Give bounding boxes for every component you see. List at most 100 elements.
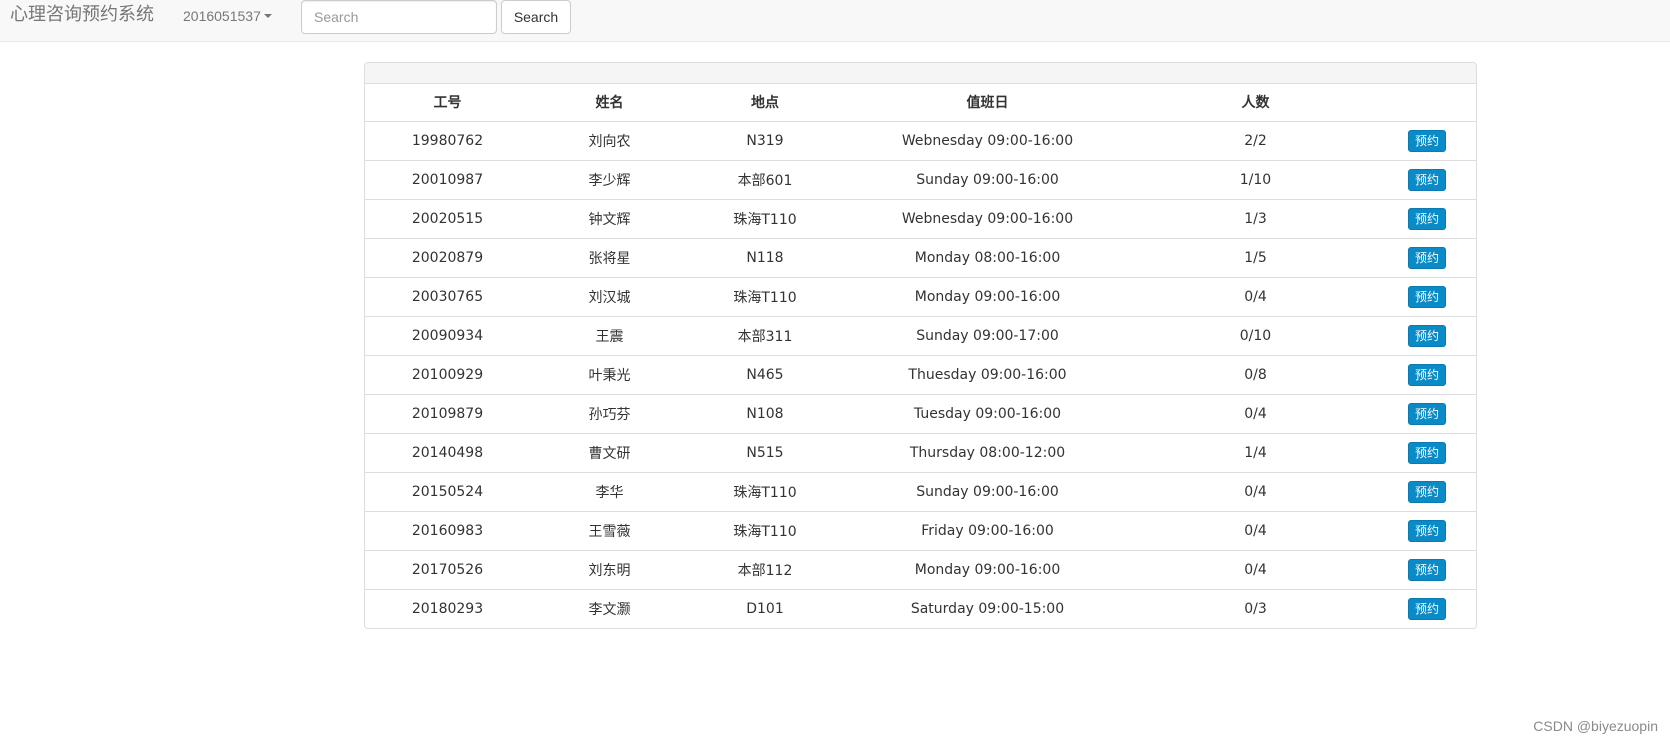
book-button[interactable]: 预约 <box>1407 285 1446 308</box>
cell-location: N118 <box>689 237 841 277</box>
table-row: 20020879 张将星 N118 Monday 08:00-16:00 1/5… <box>365 237 1476 277</box>
cell-id: 20109879 <box>365 393 530 433</box>
cell-location: N465 <box>689 354 841 394</box>
cell-name: 刘向农 <box>588 133 631 150</box>
table-header-row: 工号 姓名 地点 值班日 人数 <box>365 84 1476 122</box>
cell-name: 李文灏 <box>530 588 689 628</box>
book-button[interactable]: 预约 <box>1407 246 1446 269</box>
cell-name: 刘汉城 <box>530 276 689 316</box>
table-row: 20160983 王雪薇 珠海T110 Friday 09:00-16:00 0… <box>365 510 1476 550</box>
cell-count: 0/10 <box>1134 315 1377 355</box>
cell-id: 20180293 <box>365 588 530 628</box>
cell-count: 0/4 <box>1134 393 1377 433</box>
header-location: 地点 <box>689 84 841 122</box>
cell-count: 0/4 <box>1134 510 1377 550</box>
book-button[interactable]: 预约 <box>1407 207 1446 230</box>
cell-location: 本部112 <box>689 549 841 589</box>
book-button[interactable]: 预约 <box>1407 480 1446 503</box>
book-button[interactable]: 预约 <box>1407 597 1446 620</box>
cell-id: 19980762 <box>411 132 484 149</box>
search-input[interactable] <box>301 0 497 34</box>
book-button[interactable]: 预约 <box>1407 324 1446 347</box>
cell-location: 珠海T110 <box>689 510 841 550</box>
cell-duty: Sunday 09:00-16:00 <box>841 159 1134 199</box>
cell-location: 本部311 <box>689 315 841 355</box>
cell-location: 珠海T110 <box>689 198 841 238</box>
cell-location: N108 <box>689 393 841 433</box>
table-row: 20100929 叶秉光 N465 Thuesday 09:00-16:00 0… <box>365 354 1476 394</box>
cell-duty: Friday 09:00-16:00 <box>841 510 1134 550</box>
cell-count: 0/4 <box>1134 276 1377 316</box>
cell-duty: Tuesday 09:00-16:00 <box>841 393 1134 433</box>
cell-name: 叶秉光 <box>530 354 689 394</box>
cell-count: 0/4 <box>1134 549 1377 589</box>
cell-id: 20010987 <box>365 159 530 199</box>
cell-action: 预约 <box>1377 237 1476 277</box>
table-row: 20140498 曹文研 N515 Thursday 08:00-12:00 1… <box>365 432 1476 472</box>
table-row: 19980762 刘向农 N319 Webnesday 09:00-16:00 … <box>365 121 1476 160</box>
cell-location: N319 <box>746 132 784 149</box>
table-row: 20030765 刘汉城 珠海T110 Monday 09:00-16:00 0… <box>365 276 1476 316</box>
cell-count: 0/8 <box>1134 354 1377 394</box>
book-button[interactable]: 预约 <box>1407 402 1446 425</box>
watermark: CSDN @biyezuopin <box>1533 718 1658 734</box>
book-button[interactable]: 预约 <box>1407 129 1446 152</box>
cell-duty: Thuesday 09:00-16:00 <box>841 354 1134 394</box>
book-button[interactable]: 预约 <box>1407 558 1446 581</box>
navbar: 心理咨询预约系统 2016051537 Search <box>0 0 1670 42</box>
cell-action: 预约 <box>1377 393 1476 433</box>
cell-count: 1/10 <box>1134 159 1377 199</box>
book-button[interactable]: 预约 <box>1407 519 1446 542</box>
cell-location: 本部601 <box>689 159 841 199</box>
cell-count: 0/4 <box>1134 471 1377 511</box>
table-row: 20109879 孙巧芬 N108 Tuesday 09:00-16:00 0/… <box>365 393 1476 433</box>
cell-action: 预约 <box>1377 315 1476 355</box>
cell-count: 1/4 <box>1134 432 1377 472</box>
cell-id: 20030765 <box>365 276 530 316</box>
caret-down-icon <box>263 14 272 18</box>
cell-count: 1/3 <box>1134 198 1377 238</box>
brand-title[interactable]: 心理咨询预约系统 <box>10 4 154 26</box>
cell-id: 20150524 <box>365 471 530 511</box>
cell-duty: Webnesday 09:00-16:00 <box>901 132 1074 149</box>
cell-name: 刘东明 <box>530 549 689 589</box>
cell-action: 预约 <box>1377 588 1476 628</box>
book-button[interactable]: 预约 <box>1407 441 1446 464</box>
counselor-panel: 工号 姓名 地点 值班日 人数 19980762 刘向农 N319 Webnes… <box>364 62 1477 629</box>
book-button[interactable]: 预约 <box>1407 168 1446 191</box>
cell-location: N515 <box>689 432 841 472</box>
table-row: 20020515 钟文辉 珠海T110 Webnesday 09:00-16:0… <box>365 198 1476 238</box>
cell-duty: Webnesday 09:00-16:00 <box>841 198 1134 238</box>
cell-id: 20160983 <box>365 510 530 550</box>
cell-count: 1/5 <box>1134 237 1377 277</box>
book-button[interactable]: 预约 <box>1407 363 1446 386</box>
cell-duty: Sunday 09:00-17:00 <box>841 315 1134 355</box>
cell-name: 张将星 <box>530 237 689 277</box>
cell-id: 20020879 <box>365 237 530 277</box>
cell-duty: Thursday 08:00-12:00 <box>841 432 1134 472</box>
cell-id: 20100929 <box>365 354 530 394</box>
cell-id: 20140498 <box>365 432 530 472</box>
cell-name: 王雪薇 <box>530 510 689 550</box>
cell-duty: Monday 09:00-16:00 <box>841 276 1134 316</box>
cell-name: 王震 <box>530 315 689 355</box>
cell-id: 20090934 <box>365 315 530 355</box>
cell-id: 20020515 <box>365 198 530 238</box>
cell-count: 0/3 <box>1134 588 1377 628</box>
user-dropdown[interactable]: 2016051537 <box>183 6 272 26</box>
search-button[interactable]: Search <box>501 0 571 34</box>
cell-action: 预约 <box>1377 471 1476 511</box>
cell-action: 预约 <box>1377 159 1476 199</box>
cell-location: 珠海T110 <box>689 276 841 316</box>
cell-duty: Monday 09:00-16:00 <box>841 549 1134 589</box>
table-row: 20180293 李文灏 D101 Saturday 09:00-15:00 0… <box>365 588 1476 628</box>
cell-action: 预约 <box>1377 549 1476 589</box>
cell-action: 预约 <box>1377 121 1476 160</box>
cell-duty: Saturday 09:00-15:00 <box>841 588 1134 628</box>
cell-id: 20170526 <box>365 549 530 589</box>
header-count: 人数 <box>1134 84 1377 122</box>
cell-action: 预约 <box>1377 276 1476 316</box>
user-id: 2016051537 <box>183 8 261 24</box>
cell-action: 预约 <box>1377 510 1476 550</box>
header-name: 姓名 <box>530 84 689 122</box>
